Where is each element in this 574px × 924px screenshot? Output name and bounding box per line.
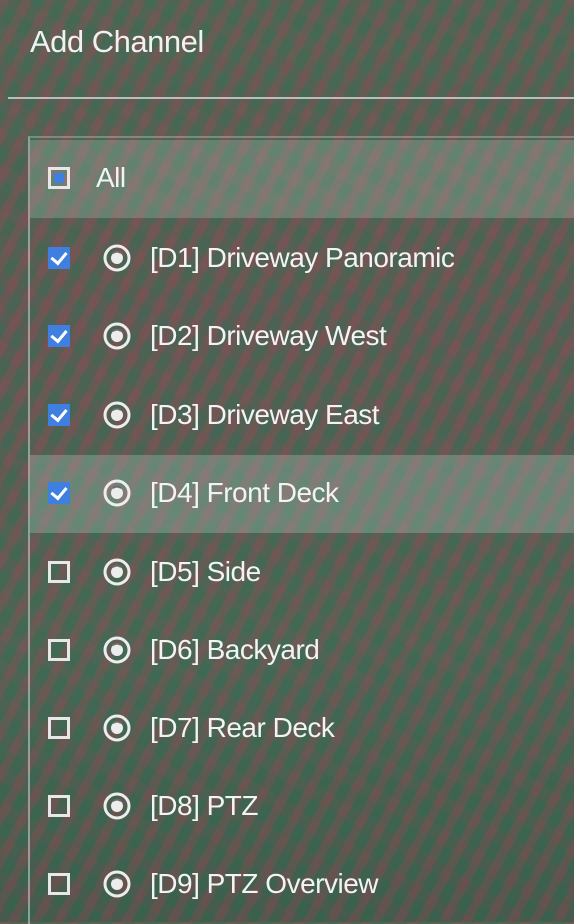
channel-row[interactable]: [D6] Backyard: [30, 612, 574, 690]
channel-row[interactable]: [D4] Front Deck: [30, 455, 574, 533]
channel-label: [D1] Driveway Panoramic: [150, 242, 455, 273]
channel-row[interactable]: [D1] Driveway Panoramic: [30, 220, 574, 298]
channel-checkbox[interactable]: [48, 404, 70, 426]
channel-row[interactable]: [D5] Side: [30, 534, 574, 612]
camera-online-icon: [103, 870, 131, 898]
channel-label: [D4] Front Deck: [150, 477, 339, 508]
channel-label: [D3] Driveway East: [150, 399, 380, 430]
camera-online-icon: [103, 322, 131, 350]
channel-row[interactable]: [D3] Driveway East: [30, 377, 574, 455]
add-channel-dialog: Add Channel All [D1] Driveway Panoramic […: [0, 0, 574, 924]
title-divider: [8, 97, 574, 99]
select-all-label: All: [96, 162, 126, 193]
channel-checkbox[interactable]: [48, 325, 70, 347]
camera-online-icon: [103, 479, 131, 507]
camera-online-icon: [103, 714, 131, 742]
channel-checkbox[interactable]: [48, 482, 70, 504]
channel-row[interactable]: [D2] Driveway West: [30, 298, 574, 376]
dialog-title: Add Channel: [30, 24, 204, 59]
channel-checkbox[interactable]: [48, 639, 70, 661]
channel-label: [D7] Rear Deck: [150, 712, 335, 743]
channel-checkbox[interactable]: [48, 247, 70, 269]
channel-label: [D8] PTZ: [150, 790, 259, 821]
camera-online-icon: [103, 558, 131, 586]
channel-label: [D6] Backyard: [150, 634, 320, 665]
select-all-checkbox[interactable]: [48, 167, 70, 189]
channel-checkbox[interactable]: [48, 795, 70, 817]
channel-label: [D9] PTZ Overview: [150, 868, 378, 899]
select-all-row[interactable]: All: [30, 140, 574, 218]
camera-online-icon: [103, 636, 131, 664]
dialog-title-bar: Add Channel: [0, 0, 574, 99]
channel-label: [D5] Side: [150, 556, 261, 587]
channel-label: [D2] Driveway West: [150, 320, 387, 351]
channel-checkbox[interactable]: [48, 561, 70, 583]
channel-checkbox[interactable]: [48, 873, 70, 895]
camera-online-icon: [103, 244, 131, 272]
channel-row[interactable]: [D9] PTZ Overview: [30, 846, 574, 924]
camera-online-icon: [103, 401, 131, 429]
channel-row[interactable]: [D8] PTZ: [30, 768, 574, 846]
camera-online-icon: [103, 792, 131, 820]
channel-checkbox[interactable]: [48, 717, 70, 739]
channel-row[interactable]: [D7] Rear Deck: [30, 690, 574, 768]
